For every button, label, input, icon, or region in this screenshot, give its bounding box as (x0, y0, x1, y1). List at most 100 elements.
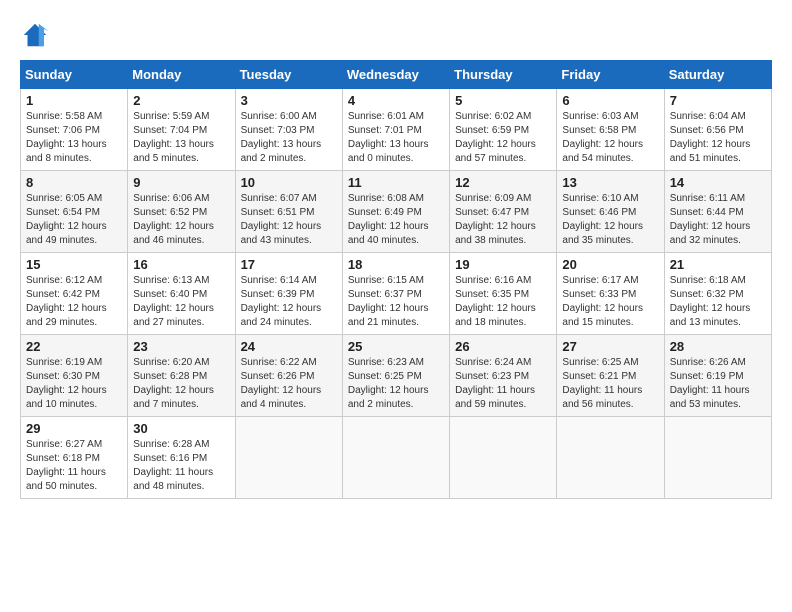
sunset-text: Sunset: 6:39 PM (241, 289, 315, 300)
table-row: 13 Sunrise: 6:10 AM Sunset: 6:46 PM Dayl… (557, 171, 664, 253)
daylight-text: Daylight: 12 hours and 38 minutes. (455, 221, 536, 246)
day-info: Sunrise: 6:18 AM Sunset: 6:32 PM Dayligh… (670, 274, 766, 330)
day-number: 15 (26, 257, 122, 272)
day-number: 25 (348, 339, 444, 354)
day-info: Sunrise: 6:24 AM Sunset: 6:23 PM Dayligh… (455, 356, 551, 412)
table-row: 16 Sunrise: 6:13 AM Sunset: 6:40 PM Dayl… (128, 253, 235, 335)
table-row: 11 Sunrise: 6:08 AM Sunset: 6:49 PM Dayl… (342, 171, 449, 253)
sunset-text: Sunset: 6:51 PM (241, 207, 315, 218)
day-number: 11 (348, 175, 444, 190)
table-row: 22 Sunrise: 6:19 AM Sunset: 6:30 PM Dayl… (21, 335, 128, 417)
calendar-week-row: 22 Sunrise: 6:19 AM Sunset: 6:30 PM Dayl… (21, 335, 772, 417)
sunrise-text: Sunrise: 6:07 AM (241, 193, 317, 204)
sunset-text: Sunset: 6:28 PM (133, 371, 207, 382)
col-tuesday: Tuesday (235, 61, 342, 89)
day-info: Sunrise: 5:58 AM Sunset: 7:06 PM Dayligh… (26, 110, 122, 166)
daylight-text: Daylight: 12 hours and 21 minutes. (348, 303, 429, 328)
table-row: 3 Sunrise: 6:00 AM Sunset: 7:03 PM Dayli… (235, 89, 342, 171)
daylight-text: Daylight: 11 hours and 53 minutes. (670, 385, 750, 410)
day-info: Sunrise: 6:28 AM Sunset: 6:16 PM Dayligh… (133, 438, 229, 494)
table-row: 1 Sunrise: 5:58 AM Sunset: 7:06 PM Dayli… (21, 89, 128, 171)
sunrise-text: Sunrise: 6:01 AM (348, 111, 424, 122)
daylight-text: Daylight: 12 hours and 46 minutes. (133, 221, 214, 246)
day-number: 12 (455, 175, 551, 190)
table-row: 15 Sunrise: 6:12 AM Sunset: 6:42 PM Dayl… (21, 253, 128, 335)
sunset-text: Sunset: 6:37 PM (348, 289, 422, 300)
table-row (664, 417, 771, 499)
col-sunday: Sunday (21, 61, 128, 89)
daylight-text: Daylight: 12 hours and 4 minutes. (241, 385, 322, 410)
day-number: 3 (241, 93, 337, 108)
daylight-text: Daylight: 13 hours and 8 minutes. (26, 139, 107, 164)
day-number: 6 (562, 93, 658, 108)
day-info: Sunrise: 6:19 AM Sunset: 6:30 PM Dayligh… (26, 356, 122, 412)
sunset-text: Sunset: 6:21 PM (562, 371, 636, 382)
daylight-text: Daylight: 11 hours and 48 minutes. (133, 467, 213, 492)
sunset-text: Sunset: 6:16 PM (133, 453, 207, 464)
daylight-text: Daylight: 12 hours and 29 minutes. (26, 303, 107, 328)
day-info: Sunrise: 6:01 AM Sunset: 7:01 PM Dayligh… (348, 110, 444, 166)
table-row: 29 Sunrise: 6:27 AM Sunset: 6:18 PM Dayl… (21, 417, 128, 499)
day-number: 19 (455, 257, 551, 272)
sunrise-text: Sunrise: 6:13 AM (133, 275, 209, 286)
sunrise-text: Sunrise: 6:16 AM (455, 275, 531, 286)
day-number: 29 (26, 421, 122, 436)
sunset-text: Sunset: 6:18 PM (26, 453, 100, 464)
table-row: 7 Sunrise: 6:04 AM Sunset: 6:56 PM Dayli… (664, 89, 771, 171)
day-info: Sunrise: 6:02 AM Sunset: 6:59 PM Dayligh… (455, 110, 551, 166)
day-info: Sunrise: 6:20 AM Sunset: 6:28 PM Dayligh… (133, 356, 229, 412)
day-number: 16 (133, 257, 229, 272)
sunrise-text: Sunrise: 6:10 AM (562, 193, 638, 204)
daylight-text: Daylight: 12 hours and 15 minutes. (562, 303, 643, 328)
sunrise-text: Sunrise: 6:06 AM (133, 193, 209, 204)
table-row: 28 Sunrise: 6:26 AM Sunset: 6:19 PM Dayl… (664, 335, 771, 417)
sunrise-text: Sunrise: 6:27 AM (26, 439, 102, 450)
sunrise-text: Sunrise: 6:08 AM (348, 193, 424, 204)
table-row: 9 Sunrise: 6:06 AM Sunset: 6:52 PM Dayli… (128, 171, 235, 253)
col-saturday: Saturday (664, 61, 771, 89)
sunrise-text: Sunrise: 6:20 AM (133, 357, 209, 368)
sunrise-text: Sunrise: 6:26 AM (670, 357, 746, 368)
sunrise-text: Sunrise: 6:09 AM (455, 193, 531, 204)
calendar-week-row: 29 Sunrise: 6:27 AM Sunset: 6:18 PM Dayl… (21, 417, 772, 499)
table-row (235, 417, 342, 499)
daylight-text: Daylight: 12 hours and 43 minutes. (241, 221, 322, 246)
day-number: 20 (562, 257, 658, 272)
day-info: Sunrise: 6:12 AM Sunset: 6:42 PM Dayligh… (26, 274, 122, 330)
day-info: Sunrise: 6:00 AM Sunset: 7:03 PM Dayligh… (241, 110, 337, 166)
sunrise-text: Sunrise: 6:14 AM (241, 275, 317, 286)
day-number: 2 (133, 93, 229, 108)
table-row: 20 Sunrise: 6:17 AM Sunset: 6:33 PM Dayl… (557, 253, 664, 335)
sunrise-text: Sunrise: 6:25 AM (562, 357, 638, 368)
sunset-text: Sunset: 6:33 PM (562, 289, 636, 300)
sunset-text: Sunset: 6:44 PM (670, 207, 744, 218)
daylight-text: Daylight: 12 hours and 49 minutes. (26, 221, 107, 246)
daylight-text: Daylight: 12 hours and 27 minutes. (133, 303, 214, 328)
col-friday: Friday (557, 61, 664, 89)
table-row: 6 Sunrise: 6:03 AM Sunset: 6:58 PM Dayli… (557, 89, 664, 171)
calendar-week-row: 15 Sunrise: 6:12 AM Sunset: 6:42 PM Dayl… (21, 253, 772, 335)
sunset-text: Sunset: 6:52 PM (133, 207, 207, 218)
sunset-text: Sunset: 7:03 PM (241, 125, 315, 136)
table-row (342, 417, 449, 499)
sunrise-text: Sunrise: 6:23 AM (348, 357, 424, 368)
sunset-text: Sunset: 6:23 PM (455, 371, 529, 382)
day-info: Sunrise: 6:06 AM Sunset: 6:52 PM Dayligh… (133, 192, 229, 248)
calendar-week-row: 1 Sunrise: 5:58 AM Sunset: 7:06 PM Dayli… (21, 89, 772, 171)
day-info: Sunrise: 6:03 AM Sunset: 6:58 PM Dayligh… (562, 110, 658, 166)
daylight-text: Daylight: 13 hours and 0 minutes. (348, 139, 429, 164)
daylight-text: Daylight: 12 hours and 51 minutes. (670, 139, 751, 164)
day-number: 24 (241, 339, 337, 354)
sunset-text: Sunset: 6:49 PM (348, 207, 422, 218)
day-info: Sunrise: 6:23 AM Sunset: 6:25 PM Dayligh… (348, 356, 444, 412)
daylight-text: Daylight: 12 hours and 40 minutes. (348, 221, 429, 246)
daylight-text: Daylight: 12 hours and 2 minutes. (348, 385, 429, 410)
day-number: 9 (133, 175, 229, 190)
day-info: Sunrise: 6:08 AM Sunset: 6:49 PM Dayligh… (348, 192, 444, 248)
day-info: Sunrise: 6:26 AM Sunset: 6:19 PM Dayligh… (670, 356, 766, 412)
calendar-header-row: Sunday Monday Tuesday Wednesday Thursday… (21, 61, 772, 89)
sunrise-text: Sunrise: 6:28 AM (133, 439, 209, 450)
sunrise-text: Sunrise: 6:05 AM (26, 193, 102, 204)
daylight-text: Daylight: 12 hours and 10 minutes. (26, 385, 107, 410)
table-row: 25 Sunrise: 6:23 AM Sunset: 6:25 PM Dayl… (342, 335, 449, 417)
